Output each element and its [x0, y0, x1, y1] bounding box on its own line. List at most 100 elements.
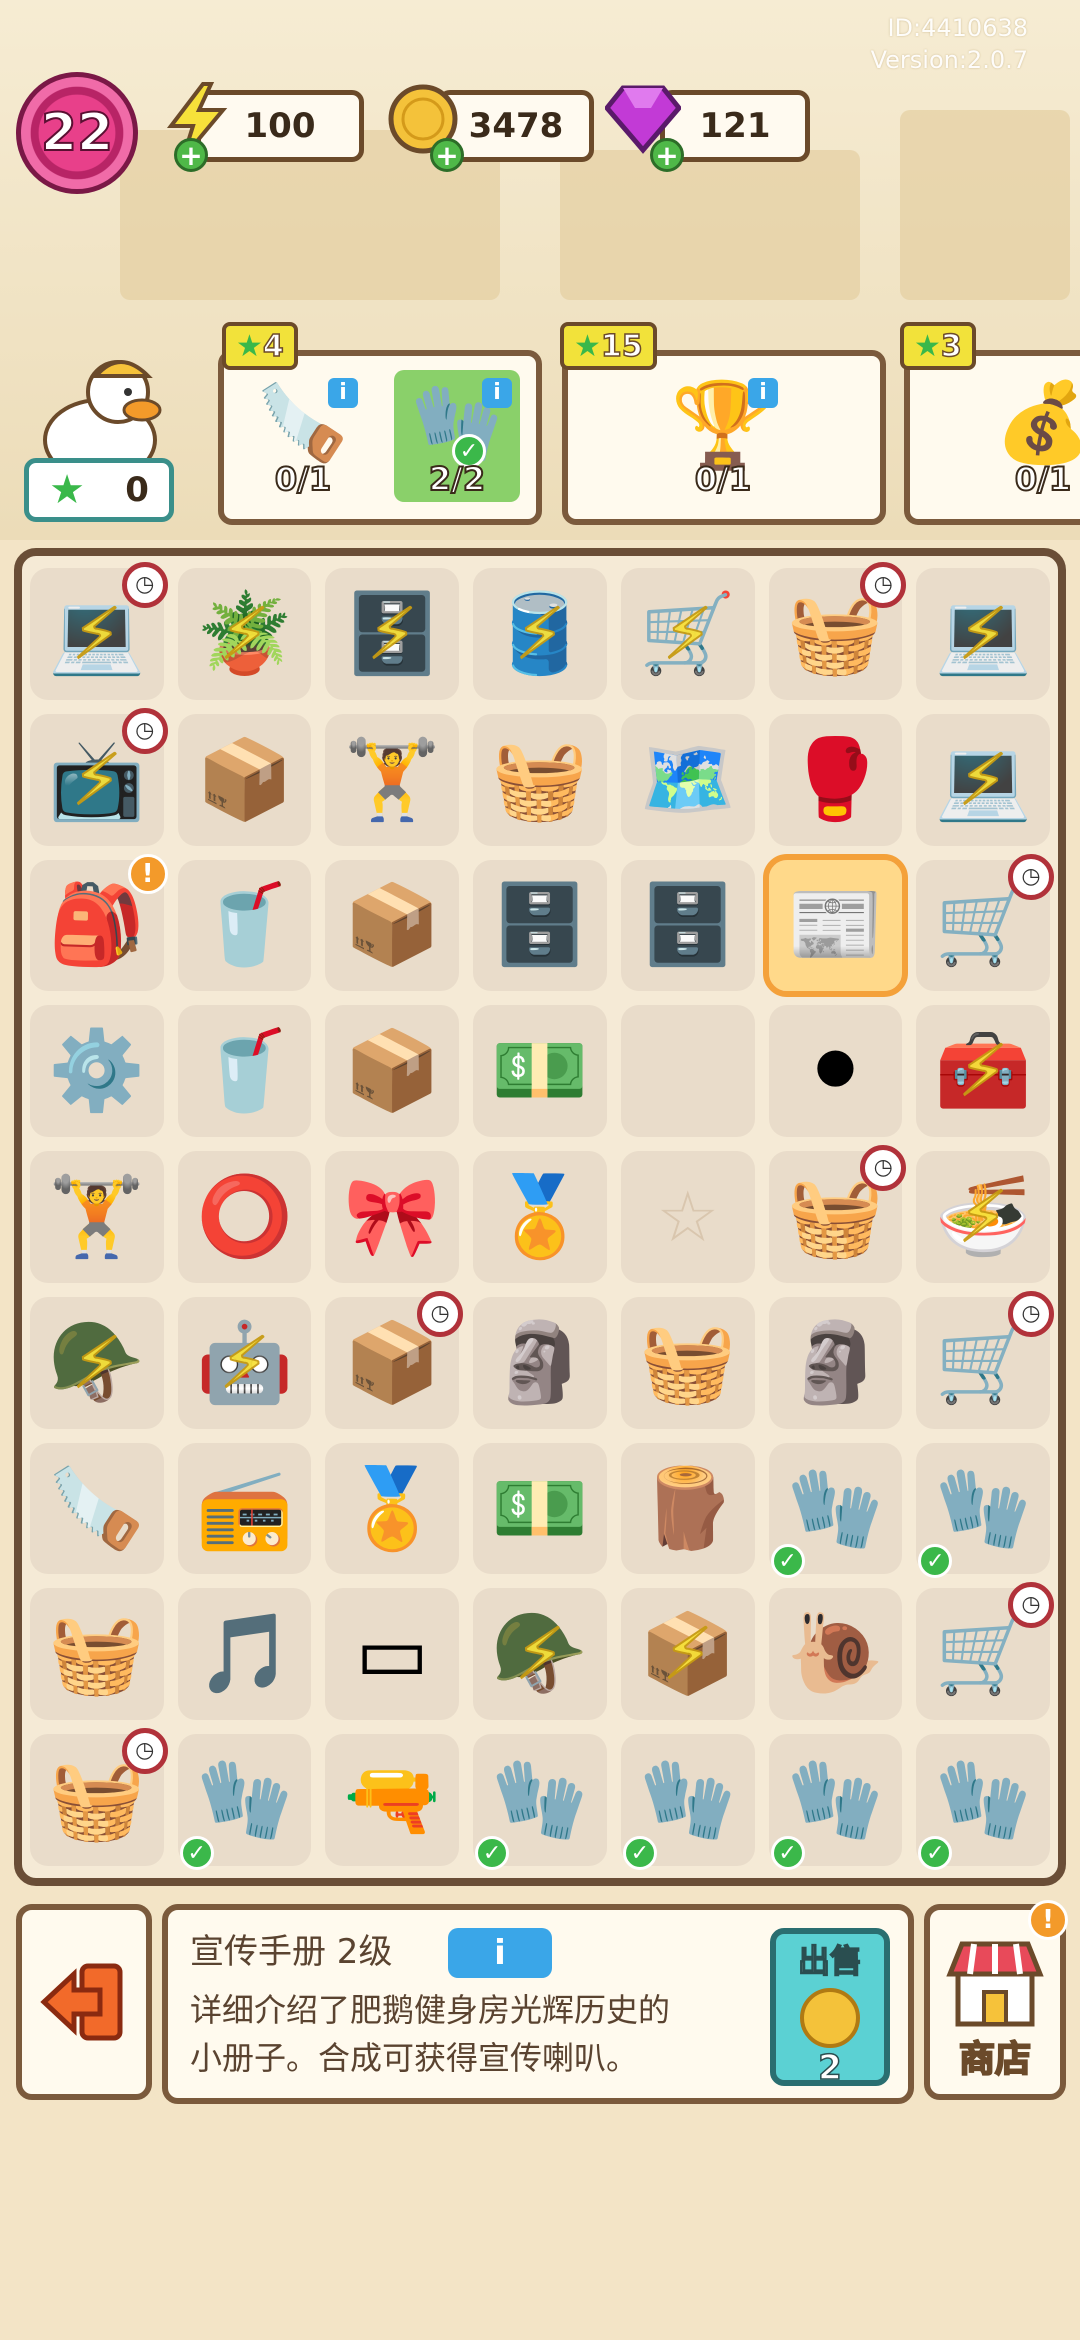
- gem-value: 121: [699, 106, 771, 146]
- board-cell[interactable]: 🧤 ✓: [768, 1734, 903, 1870]
- add-coins-button[interactable]: +: [430, 138, 464, 172]
- board-cell[interactable]: 🛒 ◷: [916, 853, 1054, 992]
- energy-bolt-icon: ⚡: [367, 592, 418, 676]
- goose-statue-icon: 🗿: [786, 1317, 884, 1408]
- order-item-slot[interactable]: 💰 0/1: [980, 370, 1080, 502]
- board-cell[interactable]: 🧺 ◷: [768, 1145, 907, 1283]
- board-cell[interactable]: 🍜 ⚡: [916, 1151, 1050, 1283]
- board-cell[interactable]: 🏋️: [30, 1151, 164, 1283]
- info-icon[interactable]: i: [748, 378, 778, 408]
- board-cell[interactable]: 🏅: [325, 1442, 460, 1575]
- board-cell[interactable]: 💻 ⚡ ◷: [30, 562, 168, 700]
- board-cell[interactable]: 🥤: [177, 859, 312, 992]
- board-cell[interactable]: 💵: [473, 1005, 607, 1138]
- energy-bolt-icon: ⚡: [71, 1321, 122, 1405]
- order-card-2[interactable]: 🏆 i 0/1: [562, 350, 886, 525]
- check-icon: ✓: [179, 1835, 214, 1870]
- order-item-slot[interactable]: 🪚 i 0/1: [240, 370, 366, 502]
- board-cell[interactable]: 🛒 ◷: [916, 1290, 1054, 1429]
- board-cell[interactable]: 📦 ◷: [325, 1290, 464, 1429]
- green-star-icon: ★: [914, 328, 941, 364]
- board-cell[interactable]: ⚫: [768, 1005, 903, 1138]
- board-cell[interactable]: 🤖 ⚡: [177, 1296, 312, 1429]
- board-cell[interactable]: 🗄️ ⚡: [325, 568, 460, 700]
- info-icon[interactable]: i: [482, 378, 512, 408]
- board-cell[interactable]: 📦: [177, 713, 312, 846]
- board-cell[interactable]: 🛒 ◷: [916, 1582, 1054, 1721]
- board-cell[interactable]: 📦: [325, 1005, 460, 1138]
- board-cell[interactable]: 🧤 ✓: [768, 1442, 903, 1579]
- board-cell[interactable]: 🎀: [325, 1151, 460, 1283]
- board-cell[interactable]: 🔫: [325, 1734, 460, 1866]
- board-cell[interactable]: 🧤 ✓: [620, 1734, 755, 1870]
- board-cell[interactable]: 📰: [762, 853, 909, 998]
- info-icon[interactable]: i: [328, 378, 358, 408]
- board-cell[interactable]: 🛒 ⚡: [620, 568, 755, 700]
- coin-value: 3478: [468, 106, 564, 146]
- board-cell[interactable]: 💵: [473, 1442, 607, 1575]
- board-cell[interactable]: 🧤 ✓: [177, 1734, 312, 1870]
- board-cell[interactable]: 🪵: [620, 1442, 755, 1575]
- board-cell[interactable]: 💻 ⚡: [916, 713, 1050, 846]
- order-card-3[interactable]: 💰 0/1: [904, 350, 1080, 525]
- board-cell[interactable]: 🐌: [768, 1588, 903, 1721]
- clock-icon: ◷: [1007, 1290, 1054, 1337]
- board-cell[interactable]: 🥤: [177, 1005, 312, 1138]
- board-cell[interactable]: 🧤 ✓: [473, 1734, 607, 1870]
- board-cell[interactable]: 🗿: [768, 1296, 903, 1429]
- board-cell[interactable]: 🥊: [768, 713, 903, 846]
- board-cell[interactable]: 🛢️ ⚡: [473, 568, 607, 700]
- board-cell[interactable]: ⚙️: [30, 1005, 164, 1138]
- board-cell[interactable]: 🪖 ⚡: [473, 1588, 607, 1721]
- board-cell[interactable]: 🗄️: [473, 859, 607, 992]
- board-cell[interactable]: 🧺 ◷: [30, 1728, 168, 1866]
- shop-button[interactable]: ! 商店: [924, 1900, 1068, 2100]
- board-cell[interactable]: 📦: [325, 859, 460, 992]
- order-item-slot[interactable]: 🧤 i ✓ 2/2: [394, 370, 520, 502]
- board-cell[interactable]: 🏋️: [325, 713, 460, 846]
- board-cell[interactable]: 🏅: [473, 1151, 607, 1283]
- board-cell[interactable]: 🎒!: [30, 853, 168, 992]
- board-cell[interactable]: ⭕: [177, 1151, 312, 1283]
- sell-label: 出售: [797, 1941, 863, 1981]
- board-cell[interactable]: ☆: [620, 1151, 755, 1283]
- board-cell[interactable]: 📺 ⚡ ◷: [30, 707, 168, 846]
- board-cell[interactable]: 🗺️: [620, 713, 755, 846]
- board-cell[interactable]: 🧰 ⚡: [916, 1005, 1050, 1138]
- board-cell[interactable]: 💻 ⚡: [916, 568, 1050, 700]
- empty-board-cell[interactable]: [620, 1005, 755, 1138]
- add-energy-button[interactable]: +: [174, 138, 208, 172]
- boxing-glove-icon: 🥊: [786, 734, 884, 825]
- brochure-icon: 📰: [786, 880, 884, 971]
- clock-icon: ◷: [121, 562, 168, 608]
- board-cell[interactable]: 🪖 ⚡: [30, 1296, 164, 1429]
- sell-price: 2: [817, 2047, 842, 2089]
- board-cell[interactable]: 🧤 ✓: [916, 1734, 1050, 1870]
- board-cell[interactable]: ▭: [325, 1588, 460, 1721]
- item-info-button[interactable]: i: [448, 1928, 552, 1978]
- order-card-1[interactable]: 🪚 i 0/1 🧤 i ✓ 2/2: [218, 350, 542, 525]
- board-cell[interactable]: 🗄️: [620, 859, 755, 992]
- board-cell[interactable]: 🧺 ◷: [768, 562, 907, 700]
- board-cell[interactable]: 🗿: [473, 1296, 607, 1429]
- board-cell[interactable]: 🧺: [620, 1296, 755, 1429]
- clock-icon: ◷: [121, 1728, 168, 1775]
- sell-button[interactable]: 出售 2: [770, 1928, 890, 2089]
- board-cell[interactable]: 🧺: [473, 713, 607, 846]
- board-cell[interactable]: 🪚: [30, 1442, 164, 1575]
- fitness-map-icon: 🗺️: [639, 734, 737, 825]
- board-cell[interactable]: 🧤 ✓: [916, 1442, 1050, 1579]
- board-cell[interactable]: 🎵: [177, 1588, 312, 1721]
- shop-label: 商店: [958, 2038, 1032, 2081]
- add-gems-button[interactable]: +: [650, 138, 684, 172]
- board-cell[interactable]: 📻: [177, 1442, 312, 1575]
- check-icon: ✓: [918, 1835, 953, 1870]
- player-level-badge[interactable]: 22: [16, 72, 138, 194]
- star-counter[interactable]: ★ 0: [24, 458, 174, 522]
- exit-button[interactable]: [16, 1904, 152, 2100]
- board-cell[interactable]: 📦 ⚡: [620, 1588, 755, 1721]
- order-item-slot[interactable]: 🏆 i 0/1: [660, 370, 786, 502]
- board-cell[interactable]: 🧺: [30, 1588, 164, 1721]
- board-cell[interactable]: 🪴 ⚡: [177, 568, 312, 700]
- basket-icon: 🧺: [786, 1171, 884, 1262]
